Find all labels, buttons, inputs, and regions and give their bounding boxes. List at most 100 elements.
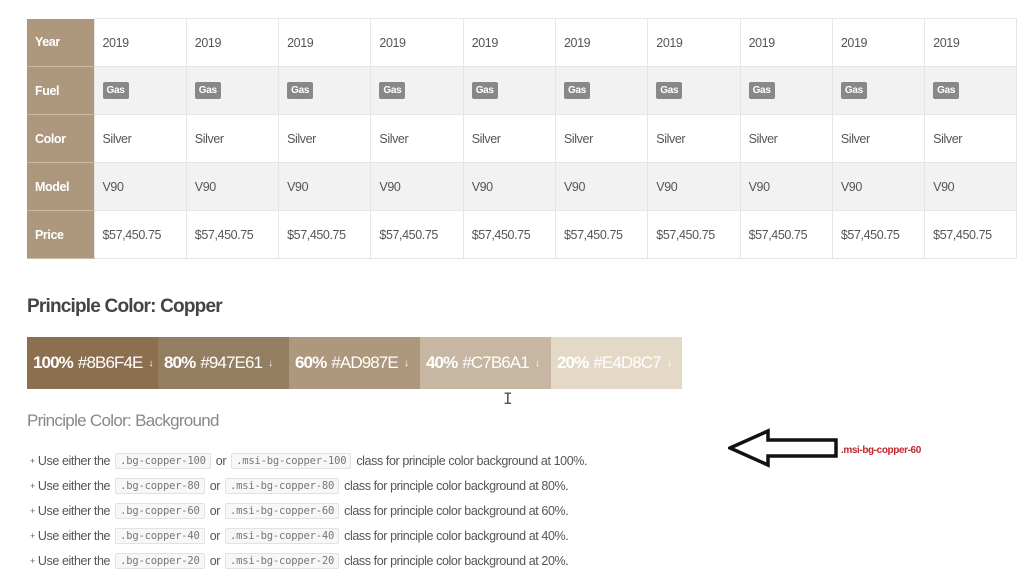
usage-or: or [209, 478, 221, 493]
table-cell: V90 [924, 162, 1018, 211]
usage-or: or [215, 453, 227, 468]
background-section-heading: Principle Color: Background [27, 411, 220, 430]
table-cell: V90 [93, 162, 187, 211]
class-code-msi[interactable]: .msi-bg-copper-60 [225, 502, 340, 519]
table-row-color: Color Silver Silver Silver Silver Silver Silve… [27, 114, 1018, 163]
swatch-copper-80[interactable]: 80% #947E61 ↓ [158, 337, 289, 389]
table-cell: 2019 [831, 18, 926, 67]
table-cell: Gas [647, 66, 741, 115]
table-cell: 2019 [185, 18, 280, 67]
arrow-down-icon: ↓ [403, 357, 409, 369]
table-cell: Silver [739, 114, 833, 163]
arrow-down-icon: ↓ [666, 357, 672, 369]
list-item: + Use either the .bg-copper-20 or .msi-bg-co… [30, 548, 587, 573]
table-cell: $57,450.75 [185, 210, 280, 259]
bullet-icon: + [30, 505, 35, 516]
fuel-badge: Gas [656, 82, 683, 99]
swatch-copper-100[interactable]: 100% #8B6F4E ↓ [27, 337, 158, 389]
table-cell: Gas [462, 66, 556, 115]
usage-prefix: Use either the [37, 503, 111, 518]
table-cell: 2019 [93, 18, 187, 67]
list-item: + Use either the .bg-copper-40 or .msi-bg-co… [30, 523, 587, 548]
fuel-badge: Gas [933, 82, 960, 99]
usage-prefix: Use either the [37, 553, 111, 568]
arrow-down-icon: ↓ [534, 357, 540, 369]
usage-suffix: class for principle color background at … [344, 503, 569, 518]
swatch-hex: #E4D8C7 [593, 353, 661, 372]
table-cell: Gas [831, 66, 926, 115]
swatch-hex: #947E61 [200, 353, 263, 372]
row-header: Fuel [27, 66, 94, 115]
table-cell: V90 [554, 162, 649, 211]
usage-suffix: class for principle color background at … [344, 528, 569, 543]
table-cell: 2019 [554, 18, 649, 67]
list-item: + Use either the .bg-copper-60 or .msi-bg-co… [30, 498, 587, 523]
table-row-year: Year 2019 2019 2019 2019 2019 2019 2019 2019 2019… [27, 18, 1018, 67]
class-code-msi[interactable]: .msi-bg-copper-20 [225, 552, 340, 569]
table-cell: $57,450.75 [278, 210, 372, 259]
table-cell: Silver [462, 114, 556, 163]
table-cell: Gas [924, 66, 1018, 115]
usage-suffix: class for principle color background at … [356, 453, 588, 468]
class-code-msi[interactable]: .msi-bg-copper-80 [225, 477, 340, 494]
fuel-badge: Gas [563, 82, 590, 99]
usage-or: or [209, 528, 221, 543]
table-cell: V90 [462, 162, 556, 211]
table-cell: $57,450.75 [554, 210, 649, 259]
annotation-label: .msi-bg-copper-60 [841, 445, 921, 456]
table-cell: $57,450.75 [831, 210, 926, 259]
swatch-percent: 40% [426, 353, 458, 372]
bullet-icon: + [30, 455, 35, 466]
bullet-icon: + [30, 530, 35, 541]
usage-or: or [209, 503, 221, 518]
bullet-icon: + [30, 480, 35, 491]
table-cell: V90 [831, 162, 926, 211]
fuel-badge: Gas [194, 82, 221, 99]
row-header: Color [27, 114, 94, 163]
table-cell: Gas [739, 66, 833, 115]
table-cell: Silver [924, 114, 1018, 163]
table-cell: V90 [739, 162, 833, 211]
usage-or: or [209, 553, 221, 568]
table-row-fuel: Fuel Gas Gas Gas Gas Gas Gas Gas Gas Gas Gas [27, 66, 1018, 115]
row-header: Price [27, 210, 94, 259]
swatch-percent: 60% [295, 353, 327, 372]
arrow-down-icon: ↓ [148, 357, 153, 369]
class-code[interactable]: .bg-copper-80 [115, 477, 205, 494]
swatch-copper-40[interactable]: 40% #C7B6A1 ↓ [420, 337, 551, 389]
table-cell: Gas [278, 66, 372, 115]
table-cell: $57,450.75 [924, 210, 1018, 259]
table-cell: Silver [93, 114, 187, 163]
list-item: + Use either the .bg-copper-100 or .msi-bg-c… [30, 448, 587, 473]
table-cell: Silver [278, 114, 372, 163]
class-code[interactable]: .bg-copper-60 [115, 502, 205, 519]
class-code[interactable]: .bg-copper-100 [115, 452, 211, 469]
table-cell: V90 [278, 162, 372, 211]
row-header: Year [27, 18, 94, 67]
table-cell: Silver [185, 114, 280, 163]
swatch-hex: #AD987E [331, 353, 398, 372]
table-cell: $57,450.75 [462, 210, 556, 259]
class-code-msi[interactable]: .msi-bg-copper-100 [231, 452, 352, 469]
table-row-model: Model V90 V90 V90 V90 V90 V90 V90 V90 V90 V90 [27, 162, 1018, 211]
swatch-copper-20[interactable]: 20% #E4D8C7 ↓ [551, 337, 682, 389]
table-cell: Silver [647, 114, 741, 163]
swatch-copper-60[interactable]: 60% #AD987E ↓ [289, 337, 420, 389]
usage-prefix: Use either the [37, 528, 111, 543]
table-cell: 2019 [278, 18, 372, 67]
table-cell: 2019 [370, 18, 464, 67]
class-code[interactable]: .bg-copper-40 [115, 527, 205, 544]
fuel-badge: Gas [102, 82, 129, 99]
usage-prefix: Use either the [37, 478, 111, 493]
principle-color-title: Principle Color: Copper [27, 296, 223, 317]
class-code-msi[interactable]: .msi-bg-copper-40 [225, 527, 340, 544]
fuel-badge: Gas [287, 82, 314, 99]
background-class-list: + Use either the .bg-copper-100 or .msi-bg-c… [30, 448, 587, 573]
class-code[interactable]: .bg-copper-20 [115, 552, 205, 569]
table-row-price: Price $57,450.75 $57,450.75 $57,450.75 $57,4… [27, 210, 1018, 259]
usage-prefix: Use either the [37, 453, 111, 468]
table-cell: 2019 [647, 18, 741, 67]
table-cell: Silver [831, 114, 926, 163]
annotation-arrow-icon [728, 428, 838, 468]
table-cell: $57,450.75 [739, 210, 833, 259]
